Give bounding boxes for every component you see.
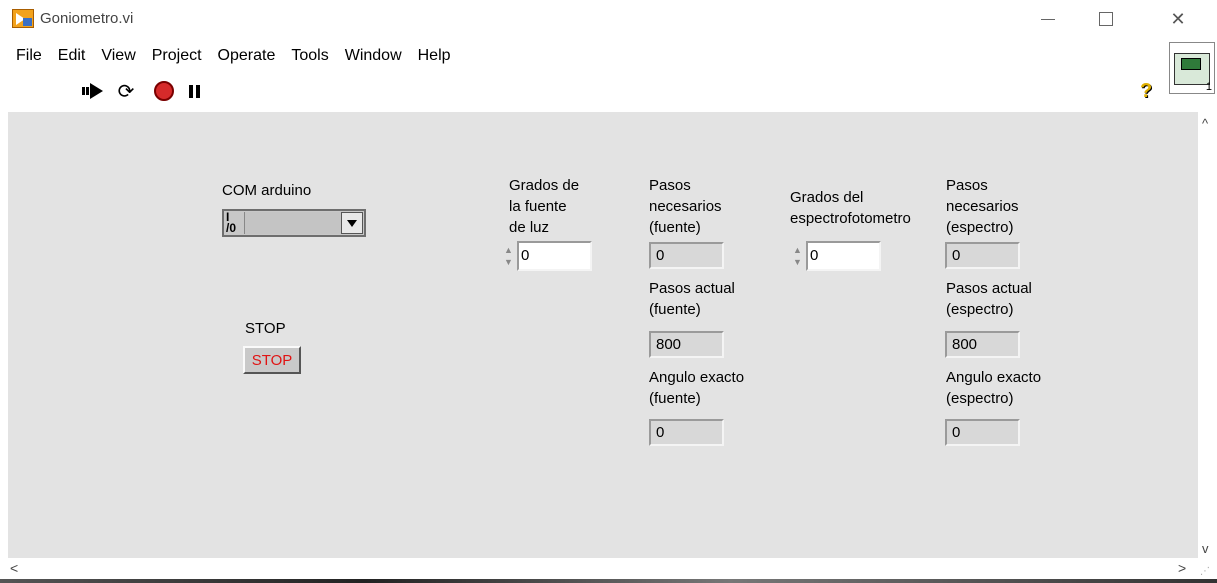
abort-button[interactable] [151, 78, 177, 104]
grados-espectro-input[interactable]: 0 [806, 241, 881, 271]
maximize-icon [1099, 12, 1113, 26]
scroll-down-icon[interactable]: v [1202, 541, 1209, 556]
pasos-necesarios-fuente-label: Pasos necesarios (fuente) [649, 177, 722, 236]
run-continuously-button[interactable]: ⟳ [113, 78, 139, 104]
grados-fuente-input[interactable]: 0 [517, 241, 592, 271]
menu-tools[interactable]: Tools [283, 47, 336, 65]
com-arduino-label: COM arduino [222, 182, 312, 199]
window-title: Goniometro.vi [40, 10, 134, 27]
grados-fuente-control: ▲ ▼ 0 [500, 241, 592, 271]
close-button[interactable]: ✕ [1155, 0, 1201, 38]
pause-icon [188, 84, 200, 98]
horizontal-scrollbar[interactable]: < > [0, 558, 1217, 580]
angulo-exacto-espectro-value: 0 [945, 419, 1020, 446]
menu-operate[interactable]: Operate [210, 47, 284, 65]
pasos-necesarios-espectro-label: Pasos necesarios (espectro) [946, 177, 1019, 236]
increment-decrement-icon[interactable]: ▲ ▼ [789, 242, 806, 270]
toolbar: ⟳ [0, 74, 1170, 108]
scroll-right-icon[interactable]: > [1178, 560, 1186, 576]
com-arduino-value[interactable] [244, 212, 341, 234]
grados-fuente-label: Grados de la fuente de luz [509, 177, 580, 236]
pasos-actual-fuente-label: Pasos actual (fuente) [649, 280, 735, 318]
angulo-exacto-espectro-label: Angulo exacto (espectro) [946, 369, 1042, 407]
menu-view[interactable]: View [93, 47, 143, 65]
menu-edit[interactable]: Edit [50, 47, 94, 65]
vi-connector-icon[interactable]: 1 [1169, 42, 1215, 94]
title-bar: Goniometro.vi ✕ [0, 0, 1217, 38]
close-icon: ✕ [1170, 8, 1186, 29]
menu-window[interactable]: Window [337, 47, 410, 65]
stop-button[interactable]: STOP [243, 346, 301, 374]
scroll-up-icon[interactable]: ^ [1202, 116, 1208, 131]
com-arduino-selector[interactable]: I/0 [222, 209, 366, 237]
minimize-button[interactable] [1025, 0, 1071, 38]
vertical-scrollbar[interactable]: ^ v [1198, 112, 1217, 558]
increment-decrement-icon[interactable]: ▲ ▼ [500, 242, 517, 270]
pause-button[interactable] [181, 78, 207, 104]
dropdown-button[interactable] [341, 212, 363, 234]
pasos-necesarios-espectro-value: 0 [945, 242, 1020, 269]
menu-file[interactable]: File [8, 47, 50, 65]
run-arrow-icon [82, 83, 103, 99]
abort-execution-icon [154, 81, 174, 101]
angulo-exacto-fuente-value: 0 [649, 419, 724, 446]
run-continuously-icon: ⟳ [117, 80, 135, 103]
vi-icon-number: 1 [1205, 81, 1212, 93]
visa-io-icon: I/0 [226, 210, 237, 235]
labview-vi-icon [12, 9, 34, 28]
chevron-down-icon [347, 219, 357, 227]
scroll-left-icon[interactable]: < [10, 560, 18, 576]
menu-project[interactable]: Project [144, 47, 210, 65]
angulo-exacto-fuente-label: Angulo exacto (fuente) [649, 369, 745, 407]
stop-label: STOP [245, 320, 286, 337]
menu-help[interactable]: Help [410, 47, 459, 65]
minimize-icon [1041, 18, 1055, 20]
pasos-actual-fuente-value: 800 [649, 331, 724, 358]
pasos-necesarios-fuente-value: 0 [649, 242, 724, 269]
pasos-actual-espectro-value: 800 [945, 331, 1020, 358]
maximize-button[interactable] [1083, 0, 1129, 38]
help-icon[interactable]: ? [1140, 80, 1152, 103]
grados-espectro-control: ▲ ▼ 0 [789, 241, 881, 271]
resize-grip-icon[interactable]: ⋰ [1200, 566, 1210, 577]
run-button[interactable] [80, 78, 106, 104]
menu-bar: File Edit View Project Operate Tools Win… [0, 40, 1170, 72]
pasos-actual-espectro-label: Pasos actual (espectro) [946, 280, 1032, 318]
desktop-strip [0, 579, 1217, 583]
grados-espectro-label: Grados del espectrofotometro [790, 189, 911, 227]
